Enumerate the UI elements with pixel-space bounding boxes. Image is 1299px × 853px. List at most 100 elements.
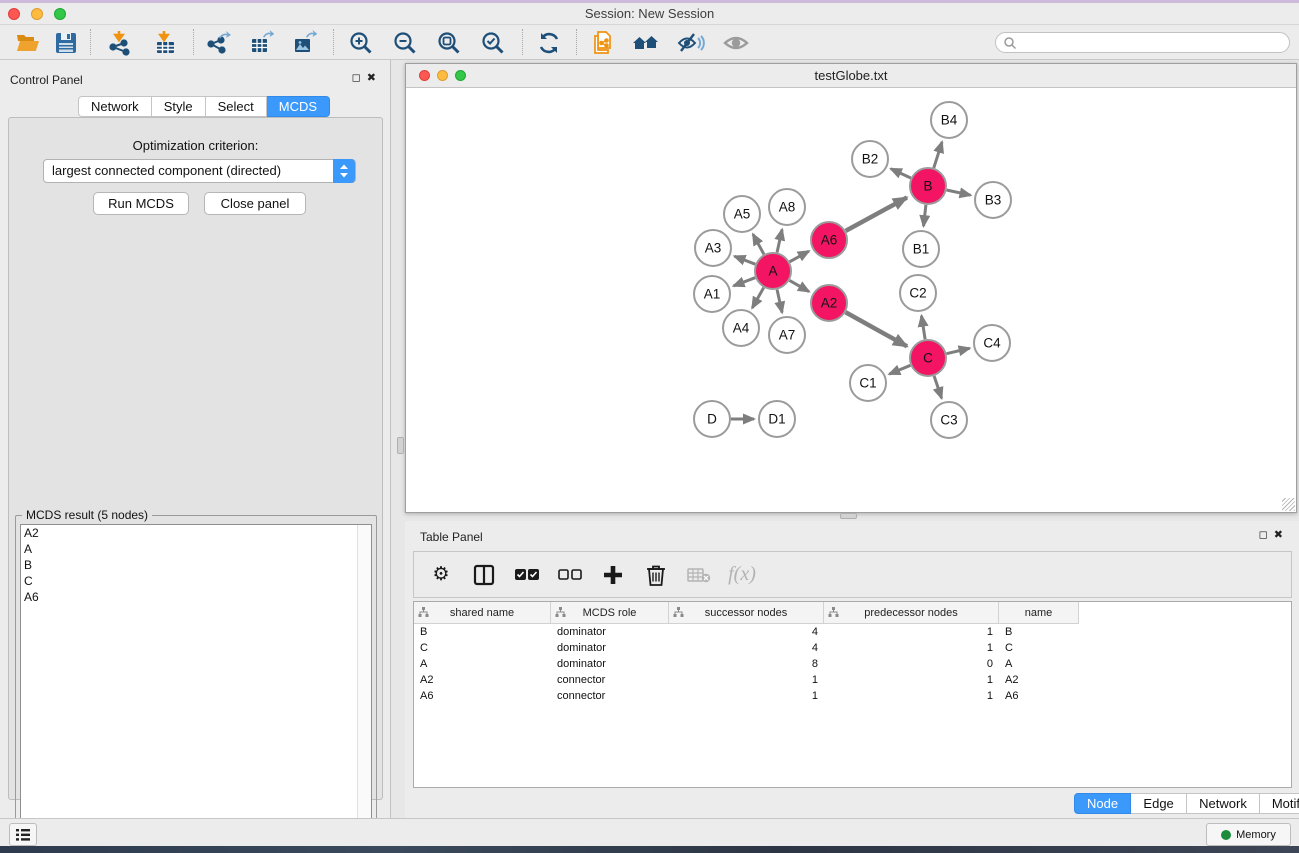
- table-cell[interactable]: B: [414, 624, 551, 640]
- zoom-out-icon[interactable]: [391, 29, 419, 57]
- import-table-icon[interactable]: [151, 29, 179, 57]
- tab-edge-table[interactable]: Edge Table: [1131, 793, 1187, 814]
- table-cell[interactable]: A2: [999, 672, 1079, 688]
- result-list-item[interactable]: A2: [21, 525, 371, 541]
- graph-edge-B-B4[interactable]: [934, 142, 942, 168]
- tab-network-table[interactable]: Network Table: [1187, 793, 1260, 814]
- table-cell[interactable]: dominator: [551, 656, 669, 672]
- network-canvas[interactable]: B4B2BB3A8A5A6A3B1AA1C2A2A4A7C4CC1C3DD1: [406, 89, 1296, 512]
- export-image-icon[interactable]: [290, 29, 318, 57]
- graph-edge-C-C4[interactable]: [946, 348, 969, 353]
- close-panel-icon[interactable]: ✖: [367, 72, 382, 84]
- run-mcds-button[interactable]: Run MCDS: [93, 192, 189, 215]
- table-cell[interactable]: A6: [999, 688, 1079, 704]
- table-cell[interactable]: A6: [414, 688, 551, 704]
- select-all-columns-icon[interactable]: [514, 562, 540, 588]
- graph-edge-C-C1[interactable]: [889, 365, 910, 374]
- table-cell[interactable]: connector: [551, 672, 669, 688]
- graph-edge-A-A1[interactable]: [734, 278, 756, 286]
- save-session-icon[interactable]: [52, 29, 80, 57]
- delete-column-icon[interactable]: [643, 562, 669, 588]
- graph-edge-A2-C[interactable]: [846, 312, 907, 346]
- tab-motifs[interactable]: Motifs: [1260, 793, 1299, 814]
- graph-edge-A-A5[interactable]: [753, 234, 764, 254]
- tab-mcds[interactable]: MCDS: [267, 96, 330, 117]
- table-cell[interactable]: dominator: [551, 624, 669, 640]
- search-input[interactable]: [1017, 36, 1267, 50]
- graph-edge-A-A8[interactable]: [777, 229, 782, 252]
- show-column-icon[interactable]: [471, 562, 497, 588]
- graph-edge-A-A2[interactable]: [789, 280, 809, 291]
- graph-edge-A-A4[interactable]: [752, 288, 763, 308]
- table-cell[interactable]: 1: [824, 640, 999, 656]
- network-window-titlebar[interactable]: testGlobe.txt: [406, 64, 1296, 88]
- table-cell[interactable]: 0: [824, 656, 999, 672]
- table-cell[interactable]: 1: [824, 688, 999, 704]
- tab-network[interactable]: Network: [78, 96, 152, 117]
- float-panel-icon[interactable]: ◻: [352, 72, 367, 84]
- show-all-icon[interactable]: [722, 29, 750, 57]
- table-row[interactable]: Bdominator41B: [414, 624, 1291, 640]
- zoom-selected-icon[interactable]: [479, 29, 507, 57]
- table-cell[interactable]: 1: [824, 672, 999, 688]
- result-list-item[interactable]: B: [21, 557, 371, 573]
- export-network-icon[interactable]: [204, 29, 232, 57]
- node-table[interactable]: shared name MCDS role successor nodes pr…: [413, 601, 1292, 788]
- table-cell[interactable]: B: [999, 624, 1079, 640]
- graph-edge-B-B2[interactable]: [891, 169, 911, 178]
- table-cell[interactable]: connector: [551, 688, 669, 704]
- table-cell[interactable]: C: [999, 640, 1079, 656]
- column-header-name[interactable]: name: [999, 602, 1079, 624]
- table-cell[interactable]: A2: [414, 672, 551, 688]
- mcds-result-list[interactable]: A2ABCA6: [20, 524, 372, 848]
- graph-edge-A-A6[interactable]: [790, 251, 809, 262]
- result-list-item[interactable]: C: [21, 573, 371, 589]
- duplicate-network-icon[interactable]: [590, 29, 618, 57]
- open-file-icon[interactable]: [14, 29, 42, 57]
- criterion-dropdown[interactable]: largest connected component (directed): [43, 159, 356, 183]
- table-row[interactable]: Cdominator41C: [414, 640, 1291, 656]
- table-float-icon[interactable]: ◻: [1259, 529, 1274, 541]
- table-cell[interactable]: 1: [824, 624, 999, 640]
- search-box[interactable]: [995, 32, 1290, 53]
- graph-edge-A6-B[interactable]: [846, 197, 907, 230]
- graph-edge-C-C3[interactable]: [934, 376, 942, 398]
- horizontal-divider-handle[interactable]: [840, 513, 857, 519]
- table-cell[interactable]: 4: [669, 640, 824, 656]
- table-row[interactable]: Adominator80A: [414, 656, 1291, 672]
- column-header-mcds-role[interactable]: MCDS role: [551, 602, 669, 624]
- close-panel-button[interactable]: Close panel: [204, 192, 306, 215]
- graph-edge-A-A7[interactable]: [777, 290, 782, 313]
- vertical-divider-handle[interactable]: [397, 437, 404, 454]
- export-table-icon[interactable]: [247, 29, 275, 57]
- column-header-successor-nodes[interactable]: successor nodes: [669, 602, 824, 624]
- table-cell[interactable]: A: [999, 656, 1079, 672]
- tab-style[interactable]: Style: [152, 96, 206, 117]
- graph-edge-C-C2[interactable]: [921, 316, 925, 339]
- zoom-fit-icon[interactable]: [435, 29, 463, 57]
- refresh-layout-icon[interactable]: [535, 29, 563, 57]
- table-cell[interactable]: dominator: [551, 640, 669, 656]
- add-column-icon[interactable]: [600, 562, 626, 588]
- hide-selected-icon[interactable]: [677, 29, 705, 57]
- table-row[interactable]: A6connector11A6: [414, 688, 1291, 704]
- memory-button[interactable]: Memory: [1206, 823, 1291, 846]
- column-header-predecessor-nodes[interactable]: predecessor nodes: [824, 602, 999, 624]
- settings-gear-icon[interactable]: ⚙: [428, 562, 454, 588]
- table-cell[interactable]: 1: [669, 672, 824, 688]
- table-close-icon[interactable]: ✖: [1274, 529, 1289, 541]
- unselect-all-columns-icon[interactable]: [557, 562, 583, 588]
- table-cell[interactable]: 4: [669, 624, 824, 640]
- table-row[interactable]: A2connector11A2: [414, 672, 1291, 688]
- graph-edge-B-B1[interactable]: [924, 205, 926, 226]
- result-list-item[interactable]: A: [21, 541, 371, 557]
- table-cell[interactable]: 1: [669, 688, 824, 704]
- result-list-scrollbar[interactable]: [357, 525, 371, 847]
- task-history-button[interactable]: [9, 823, 37, 846]
- result-list-item[interactable]: A6: [21, 589, 371, 605]
- table-cell[interactable]: C: [414, 640, 551, 656]
- graph-edge-A-A3[interactable]: [734, 256, 755, 264]
- table-cell[interactable]: 8: [669, 656, 824, 672]
- import-network-icon[interactable]: [106, 29, 134, 57]
- table-cell[interactable]: A: [414, 656, 551, 672]
